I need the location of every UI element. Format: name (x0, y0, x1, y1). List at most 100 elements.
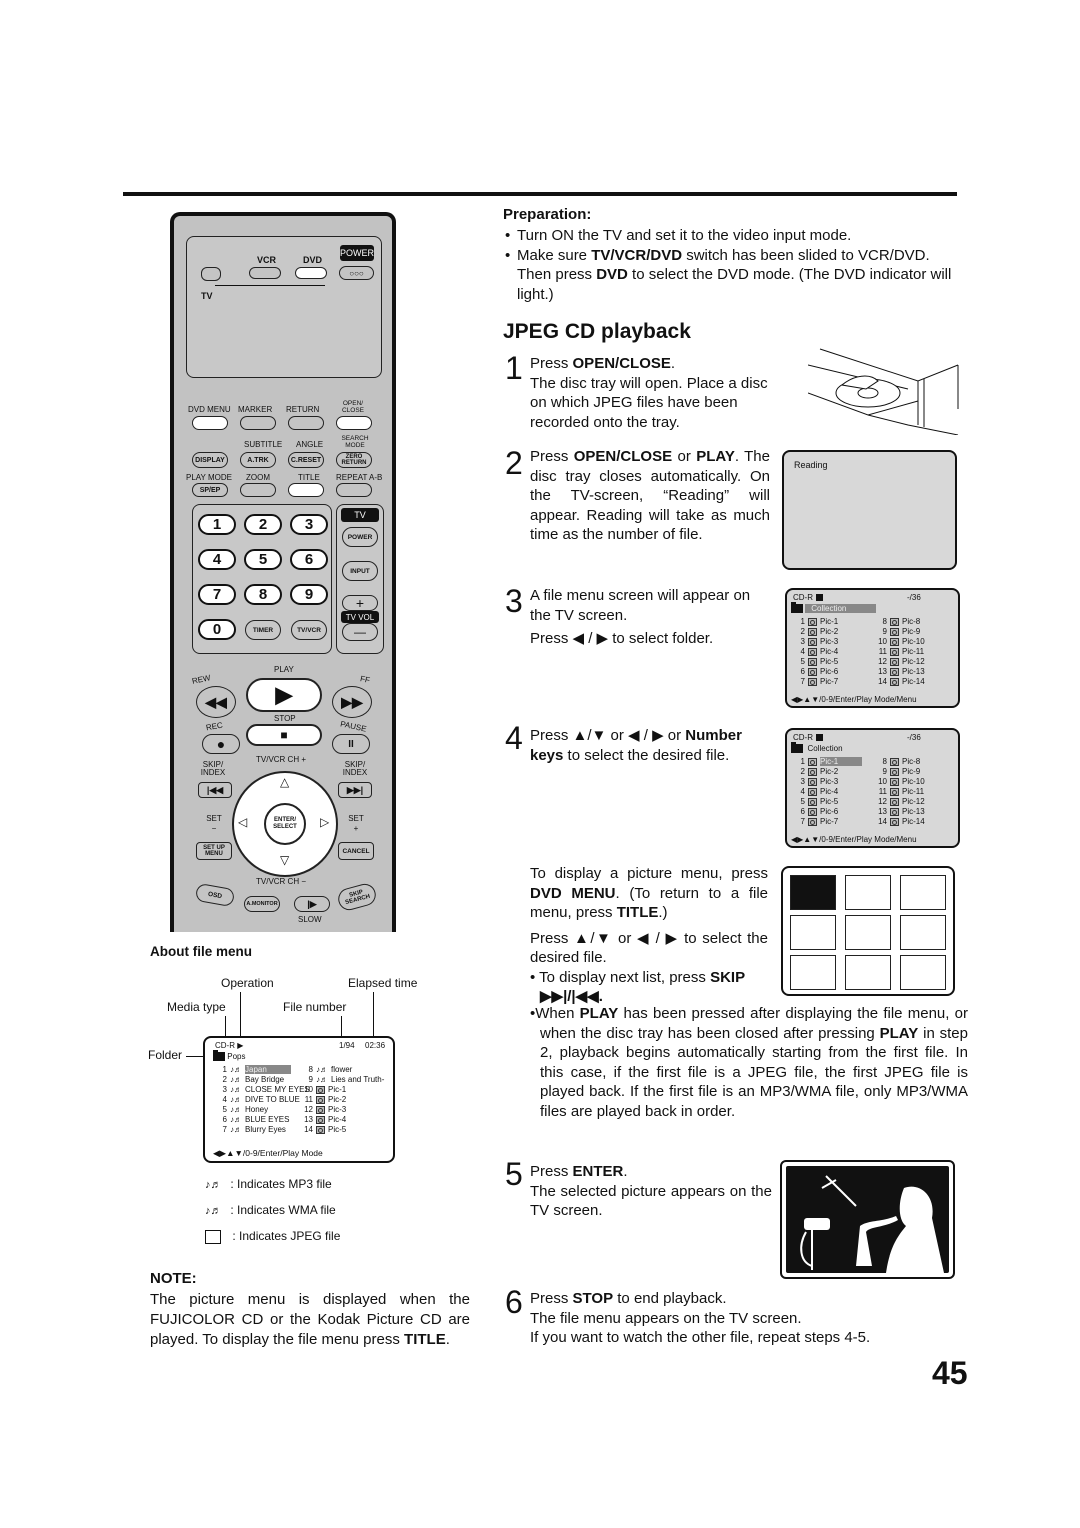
atrk-button[interactable]: A.TRK (240, 452, 276, 468)
file-list-item[interactable]: 14 Pic-14 (875, 677, 925, 687)
left-button[interactable]: ◁ (238, 816, 247, 828)
file-list-item[interactable]: 3 Pic-3 (793, 777, 862, 787)
num-9-button[interactable]: 9 (290, 584, 328, 605)
file-list-item[interactable]: 13 Pic-4 (301, 1115, 384, 1125)
rec-button[interactable]: ● (202, 734, 240, 754)
creset-button[interactable]: C.RESET (288, 452, 324, 468)
file-list-item[interactable]: 1 Pic-1 (793, 757, 863, 767)
spep-button[interactable]: SP/EP (192, 483, 228, 497)
dvd-button[interactable] (295, 267, 327, 279)
file-list-item[interactable]: 9 ♪♬ Lies and Truth- (301, 1075, 385, 1085)
picture-thumbnail[interactable] (900, 915, 946, 950)
play-button[interactable]: ▶ (246, 678, 322, 712)
picture-thumbnail[interactable] (845, 915, 891, 950)
display-button[interactable]: DISPLAY (192, 452, 228, 468)
file-list-item[interactable]: 5 Pic-5 (793, 797, 862, 807)
file-list-item[interactable]: 5 Pic-5 (793, 657, 839, 667)
file-list-item[interactable]: 7 Pic-7 (793, 677, 839, 687)
file-list-item[interactable]: 7 ♪♬ Blurry Eyes (215, 1125, 310, 1135)
num-4-button[interactable]: 4 (198, 549, 236, 570)
repeat-ab-button[interactable] (336, 483, 372, 497)
skip-back-button[interactable]: |◀◀ (198, 782, 232, 798)
tv-vol-up-button[interactable]: + (342, 595, 378, 611)
picture-thumbnail[interactable] (845, 875, 891, 910)
file-list-item[interactable]: 2 ♪♬ Bay Bridge (215, 1075, 310, 1085)
file-list-item[interactable]: 12 Pic-12 (875, 797, 925, 807)
marker-button[interactable] (240, 416, 276, 430)
return-button[interactable] (288, 416, 324, 430)
stop-button[interactable]: ■ (246, 724, 322, 746)
num-7-button[interactable]: 7 (198, 584, 236, 605)
num-0-button[interactable]: 0 (198, 619, 236, 640)
file-list-item[interactable]: 12 Pic-12 (875, 657, 925, 667)
file-list-item[interactable]: 13 Pic-13 (875, 667, 925, 677)
a-monitor-button[interactable]: A.MONITOR (244, 896, 280, 912)
tv-power-button[interactable]: POWER (342, 527, 378, 547)
file-list-item[interactable]: 6 Pic-6 (793, 667, 839, 677)
down-button[interactable]: ▽ (280, 854, 289, 866)
input-button[interactable]: INPUT (342, 561, 378, 581)
file-list-item[interactable]: 12 Pic-3 (301, 1105, 384, 1115)
file-list-item[interactable]: 8 Pic-8 (875, 617, 925, 627)
file-list-item[interactable]: 10 Pic-1 (301, 1085, 384, 1095)
setup-menu-button[interactable]: SET UP MENU (196, 842, 232, 860)
num-5-button[interactable]: 5 (244, 549, 282, 570)
timer-button[interactable]: TIMER (245, 620, 281, 640)
zero-return-button[interactable]: ZERO RETURN (336, 452, 372, 468)
file-list-item[interactable]: 3 ♪♬ CLOSE MY EYES (215, 1085, 310, 1095)
right-button[interactable]: ▷ (320, 816, 329, 828)
num-2-button[interactable]: 2 (244, 514, 282, 535)
num-3-button[interactable]: 3 (290, 514, 328, 535)
open-close-button[interactable] (336, 416, 372, 430)
file-list-item[interactable]: 8 ♪♬ flower (301, 1065, 384, 1075)
num-1-button[interactable]: 1 (198, 514, 236, 535)
picture-thumbnail[interactable] (790, 915, 836, 950)
power-button[interactable]: ○○○ (339, 266, 374, 280)
file-list-item[interactable]: 11 Pic-11 (875, 787, 925, 797)
tv-vcr-button[interactable]: TV/VCR (291, 620, 327, 640)
file-list-item[interactable]: 10 Pic-10 (875, 777, 925, 787)
file-list-item[interactable]: 9 Pic-9 (875, 627, 925, 637)
file-list-item[interactable]: 6 ♪♬ BLUE EYES (215, 1115, 310, 1125)
picture-thumbnail[interactable] (790, 875, 836, 910)
pause-button[interactable]: II (332, 734, 370, 754)
vcr-button[interactable] (249, 267, 281, 279)
file-list-item[interactable]: 11 Pic-2 (301, 1095, 384, 1105)
picture-thumbnail[interactable] (900, 955, 946, 990)
up-button[interactable]: △ (280, 776, 289, 788)
file-list-item[interactable]: 6 Pic-6 (793, 807, 862, 817)
file-list-item[interactable]: 1 Pic-1 (793, 617, 839, 627)
cancel-button[interactable]: CANCEL (338, 842, 374, 860)
file-list-item[interactable]: 8 Pic-8 (875, 757, 925, 767)
dvd-menu-button[interactable] (192, 416, 228, 430)
file-list-item[interactable]: 5 ♪♬ Honey (215, 1105, 310, 1115)
file-list-item[interactable]: 2 Pic-2 (793, 767, 862, 777)
tv-vol-down-button[interactable]: — (342, 623, 378, 641)
title-button[interactable] (288, 483, 324, 497)
picture-thumbnail[interactable] (900, 875, 946, 910)
enter-select-button[interactable]: ENTER/ SELECT (264, 803, 306, 845)
picture-thumbnail[interactable] (845, 955, 891, 990)
osd-button[interactable]: OSD (194, 882, 236, 908)
skip-forward-button[interactable]: ▶▶| (338, 782, 372, 798)
slow-button[interactable]: |▶ (294, 896, 330, 912)
file-list-item[interactable]: 14 Pic-5 (301, 1125, 384, 1135)
skip-search-button[interactable]: SKIP SEARCH (335, 881, 379, 913)
file-list-item[interactable]: 13 Pic-13 (875, 807, 925, 817)
file-list-item[interactable]: 10 Pic-10 (875, 637, 925, 647)
zoom-button[interactable] (240, 483, 276, 497)
file-list-item[interactable]: 4 Pic-4 (793, 787, 862, 797)
file-list-item[interactable]: 2 Pic-2 (793, 627, 839, 637)
file-list-item[interactable]: 7 Pic-7 (793, 817, 862, 827)
file-list-item[interactable]: 1 ♪♬ Japan (215, 1065, 310, 1075)
ff-button[interactable]: ▶▶ (332, 686, 372, 718)
num-6-button[interactable]: 6 (290, 549, 328, 570)
file-list-item[interactable]: 11 Pic-11 (875, 647, 925, 657)
file-list-item[interactable]: 9 Pic-9 (875, 767, 925, 777)
file-list-item[interactable]: 3 Pic-3 (793, 637, 839, 647)
picture-thumbnail[interactable] (790, 955, 836, 990)
num-8-button[interactable]: 8 (244, 584, 282, 605)
file-list-item[interactable]: 4 ♪♬ DIVE TO BLUE (215, 1095, 310, 1105)
file-list-item[interactable]: 14 Pic-14 (875, 817, 925, 827)
tv-vcr-dvd-switch[interactable] (201, 267, 221, 281)
